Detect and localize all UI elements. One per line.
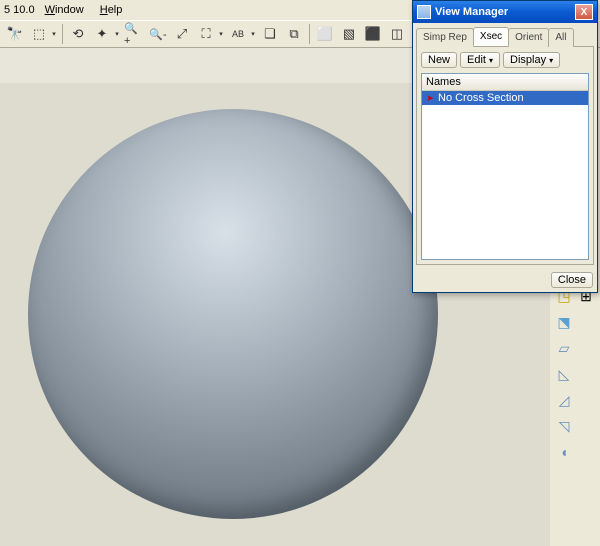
names-list: Names ➤ No Cross Section (421, 73, 589, 260)
list-body[interactable]: ➤ No Cross Section (422, 91, 588, 259)
select-box-icon[interactable]: ⬚ (28, 23, 50, 45)
shading-icon[interactable]: ◫ (386, 23, 408, 45)
redraw-icon[interactable]: ⟲ (67, 23, 89, 45)
tab-orient[interactable]: Orient (508, 28, 549, 47)
reorient-icon[interactable]: ⛶ (195, 23, 217, 45)
zoom-out-icon[interactable]: 🔍- (147, 23, 169, 45)
menu-window[interactable]: Window (39, 2, 90, 18)
tab-xsec[interactable]: Xsec (473, 27, 509, 46)
no-hidden-icon[interactable]: ⬛ (362, 23, 384, 45)
saved-view-icon[interactable]: AB (227, 23, 249, 45)
menu-help[interactable]: Help (94, 2, 129, 18)
revolve-icon[interactable]: ◺ (554, 364, 574, 384)
active-marker-icon: ➤ (425, 93, 435, 103)
layers-icon[interactable]: ❏ (259, 23, 281, 45)
dialog-bottom-row: Close (413, 268, 597, 292)
find-icon[interactable]: 🔭 (4, 23, 26, 45)
blend-icon[interactable]: ◹ (554, 416, 574, 436)
feature-toolbar: ◳ ⊞ ⬔ ▱ ◺ ◿ ◹ ◖ (550, 280, 600, 468)
refit-icon[interactable]: ⤢ (171, 23, 193, 45)
savedview-dropdown-icon[interactable]: ▾ (249, 30, 257, 38)
view-manager-icon[interactable]: ⧉ (283, 23, 305, 45)
tab-simp-rep[interactable]: Simp Rep (416, 28, 474, 47)
tab-all[interactable]: All (548, 28, 573, 47)
round-icon[interactable]: ◖ (554, 442, 574, 462)
action-buttons: New Edit▾ Display▾ (421, 52, 589, 68)
app-version: 5 10.0 (4, 4, 35, 16)
dialog-title: View Manager (435, 6, 575, 18)
dialog-close-button[interactable]: X (575, 4, 593, 20)
toolbar-separator (309, 24, 310, 44)
select-dropdown-icon[interactable]: ▾ (50, 30, 58, 38)
display-button[interactable]: Display▾ (503, 52, 560, 68)
spin-center-icon[interactable]: ✦ (91, 23, 113, 45)
list-header-names[interactable]: Names (422, 74, 588, 91)
wireframe-icon[interactable]: ⬜ (314, 23, 336, 45)
extrude-icon[interactable]: ▱ (554, 338, 574, 358)
dialog-tabs: Simp Rep Xsec Orient All (413, 23, 597, 46)
sphere-model[interactable] (28, 109, 438, 519)
dialog-titlebar[interactable]: View Manager X (413, 1, 597, 23)
toolbar-separator (62, 24, 63, 44)
list-item-label: No Cross Section (438, 92, 524, 104)
orient-dropdown-icon[interactable]: ▾ (217, 30, 225, 38)
new-button[interactable]: New (421, 52, 457, 68)
sketch-icon[interactable]: ⬔ (554, 312, 574, 332)
zoom-in-icon[interactable]: 🔍+ (123, 23, 145, 45)
view-manager-dialog: View Manager X Simp Rep Xsec Orient All … (412, 0, 598, 293)
edit-button[interactable]: Edit▾ (460, 52, 500, 68)
close-button[interactable]: Close (551, 272, 593, 288)
sweep-icon[interactable]: ◿ (554, 390, 574, 410)
center-dropdown-icon[interactable]: ▾ (113, 30, 121, 38)
list-item[interactable]: ➤ No Cross Section (422, 91, 588, 105)
chevron-down-icon: ▾ (549, 56, 553, 65)
dialog-app-icon (417, 5, 431, 19)
hidden-line-icon[interactable]: ▧ (338, 23, 360, 45)
tab-panel: New Edit▾ Display▾ Names ➤ No Cross Sect… (416, 46, 594, 265)
chevron-down-icon: ▾ (489, 56, 493, 65)
